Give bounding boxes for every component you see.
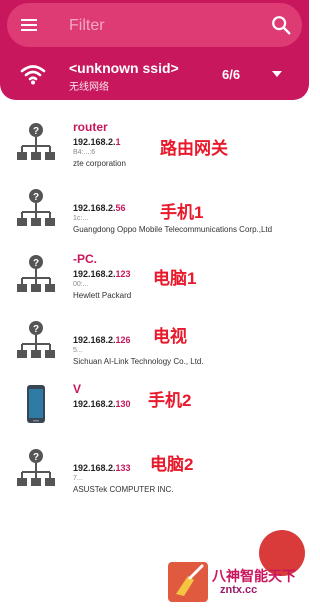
filter-input[interactable] — [67, 13, 261, 39]
network-icon: ? — [17, 255, 55, 292]
wifi-icon — [20, 65, 46, 85]
menu-icon-line — [21, 29, 37, 31]
device-count: 6/6 — [222, 67, 241, 82]
device-mac: 00:... — [73, 281, 89, 288]
device-ip: 192.168.2.130 — [73, 399, 131, 409]
device-mac: 7... — [73, 475, 83, 482]
device-vendor: Sichuan AI-Link Technology Co., Ltd. — [73, 357, 204, 366]
ip-prefix: 192.168.2. — [73, 335, 116, 345]
ip-tail: 1 — [115, 137, 121, 147]
watermark: 八神智能天下 zntx.cc — [168, 562, 307, 602]
search-icon[interactable] — [270, 14, 292, 36]
device-ip: 192.168.2.133 — [73, 463, 131, 473]
annotation-label: 电脑1 — [153, 269, 197, 288]
ip-prefix: 192.168.2. — [73, 203, 116, 213]
ip-tail: 133 — [115, 463, 131, 473]
network-icon: ? — [17, 321, 55, 358]
ip-tail: 56 — [115, 203, 126, 213]
device-mac: 5... — [73, 347, 83, 354]
device-item[interactable]: ? 192.168.2.56 1c:... Guangdong Oppo Mob… — [0, 178, 309, 240]
device-vendor: Hewlett Packard — [73, 291, 132, 300]
device-ip: 192.168.2.123 — [73, 269, 131, 279]
svg-text:?: ? — [33, 324, 39, 335]
menu-button[interactable] — [21, 17, 39, 33]
ip-tail: 130 — [115, 399, 131, 409]
annotation-label: 电视 — [153, 327, 187, 346]
ssid-subtitle: 无线网络 — [69, 82, 109, 93]
device-item[interactable]: V 192.168.2.130 手机2 — [0, 374, 309, 436]
network-icon: ? — [17, 123, 55, 160]
device-ip: 192.168.2.1 — [73, 137, 121, 147]
ip-tail: 123 — [115, 269, 131, 279]
annotation-label: 电脑2 — [150, 455, 194, 474]
ip-tail: 126 — [115, 335, 131, 345]
device-vendor: ASUSTek COMPUTER INC. — [73, 485, 174, 494]
annotation-label: 路由网关 — [160, 139, 228, 158]
watermark-url: zntx.cc — [220, 584, 258, 596]
annotation-label: 手机1 — [160, 203, 204, 222]
ssid-title: <unknown ssid> — [69, 60, 179, 76]
device-item[interactable]: ? router 192.168.2.1 B4:...:6 zte corpor… — [0, 112, 309, 174]
ip-prefix: 192.168.2. — [73, 463, 116, 473]
device-name: router — [73, 120, 108, 134]
svg-text:?: ? — [33, 192, 39, 203]
search-bar — [7, 3, 302, 47]
device-item[interactable]: ? 192.168.2.126 5... Sichuan AI-Link Tec… — [0, 310, 309, 372]
broom-icon — [176, 564, 204, 596]
svg-text:?: ? — [33, 258, 39, 269]
ip-prefix: 192.168.2. — [73, 269, 116, 279]
device-ip: 192.168.2.56 — [73, 203, 126, 213]
app-header: <unknown ssid> 无线网络 6/6 — [0, 0, 309, 100]
device-ip: 192.168.2.126 — [73, 335, 131, 345]
ip-prefix: 192.168.2. — [73, 137, 116, 147]
network-icon: ? — [17, 449, 55, 486]
device-mac: B4:...:6 — [73, 149, 96, 156]
device-mac: 1c:... — [73, 215, 89, 222]
menu-icon-line — [21, 24, 37, 26]
device-name: V — [73, 382, 82, 396]
watermark-logo — [168, 562, 208, 602]
watermark-title: 八神智能天下 — [212, 568, 296, 584]
network-icon: ? — [17, 189, 55, 226]
svg-text:?: ? — [33, 452, 39, 463]
svg-text:?: ? — [33, 126, 39, 137]
network-selector[interactable]: <unknown ssid> 无线网络 6/6 — [0, 55, 309, 95]
phone-icon — [27, 385, 45, 423]
device-item[interactable]: ? -PC. 192.168.2.123 00:... Hewlett Pack… — [0, 244, 309, 306]
ip-prefix: 192.168.2. — [73, 399, 116, 409]
menu-icon-line — [21, 19, 37, 21]
device-vendor: zte corporation — [73, 159, 126, 168]
device-vendor: Guangdong Oppo Mobile Telecommunications… — [73, 225, 273, 234]
device-name: -PC. — [73, 252, 97, 266]
chevron-down-icon[interactable] — [272, 71, 282, 77]
annotation-label: 手机2 — [148, 391, 192, 410]
device-item[interactable]: ? 192.168.2.133 7... ASUSTek COMPUTER IN… — [0, 438, 309, 500]
